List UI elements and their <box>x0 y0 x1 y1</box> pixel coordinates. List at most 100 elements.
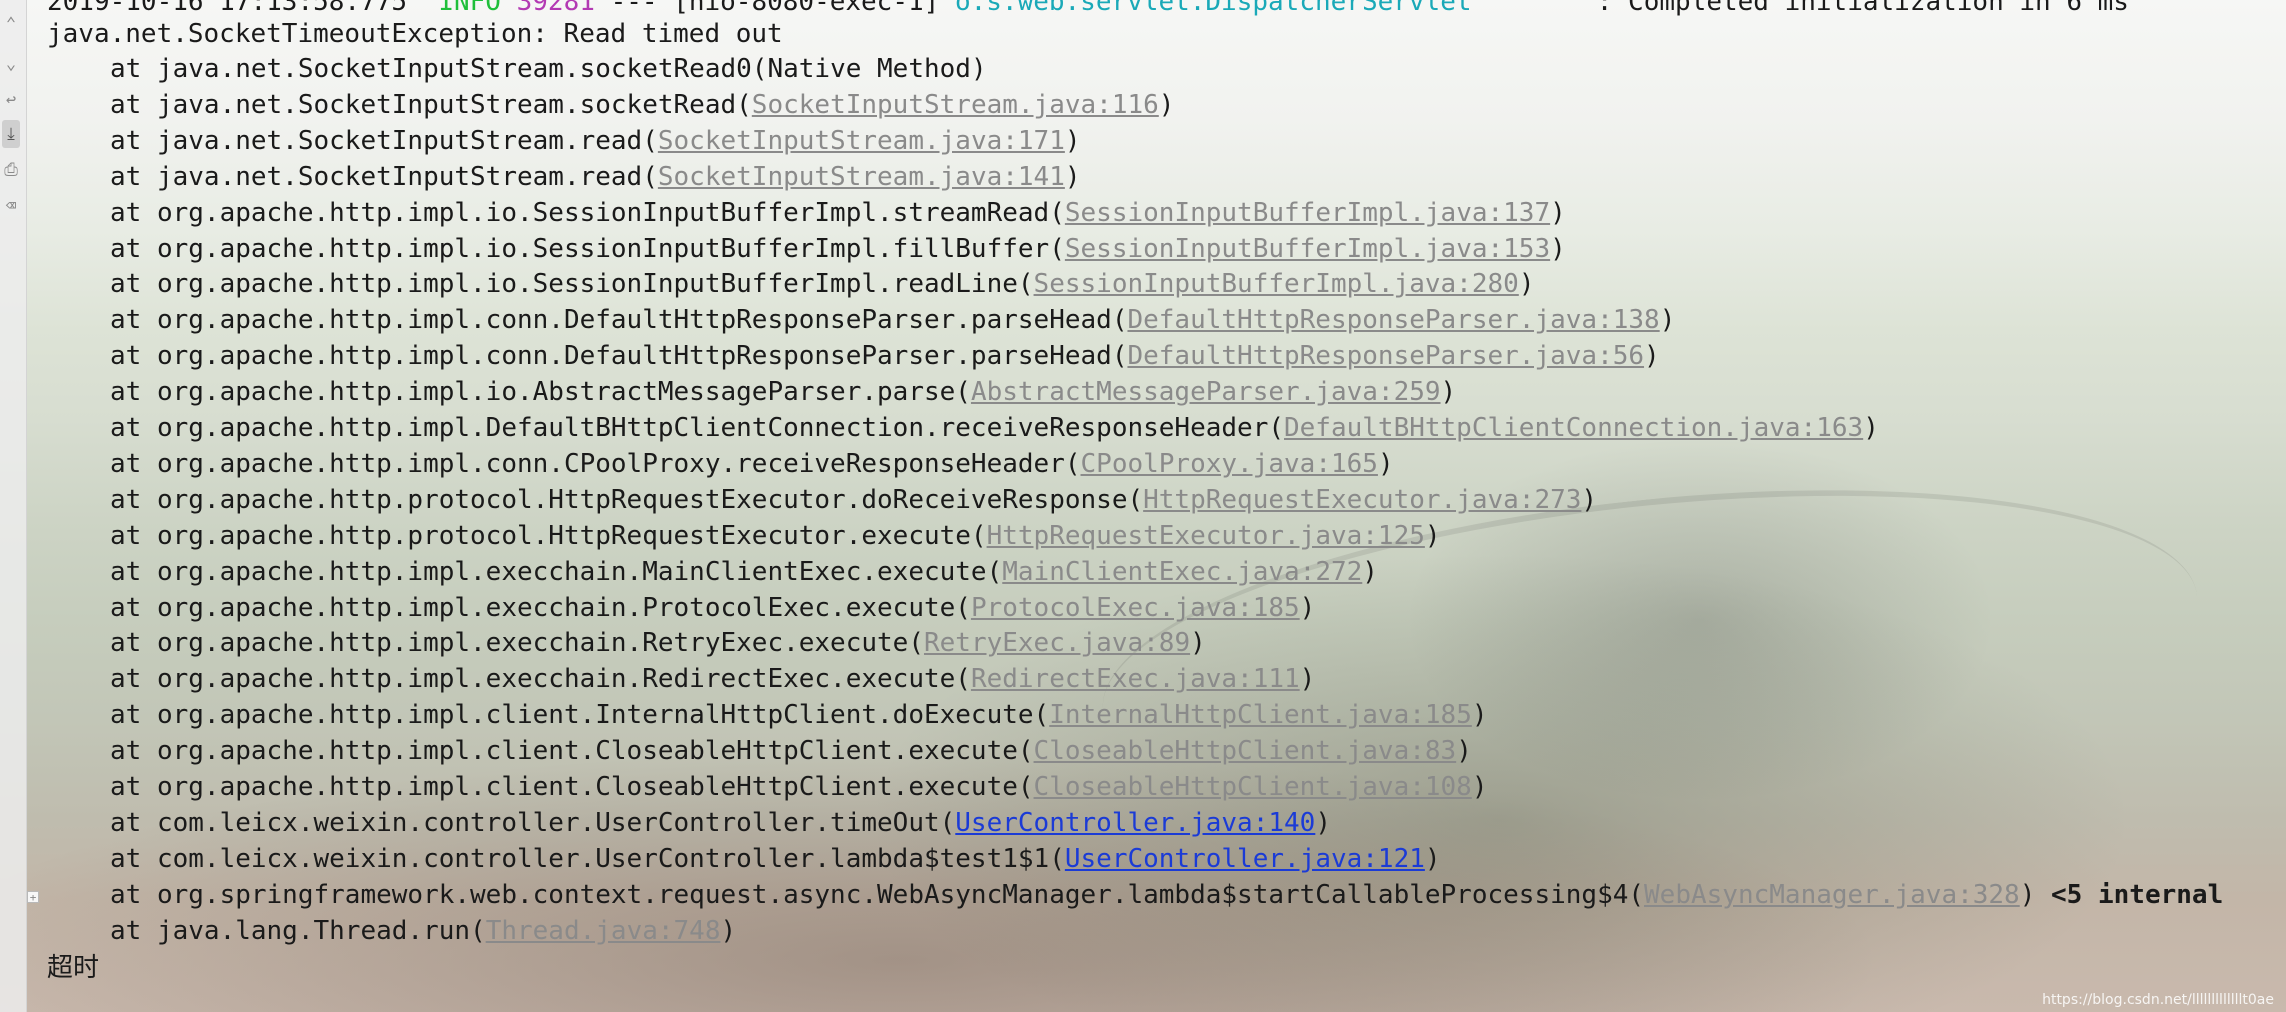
fold-expand-icon[interactable]: + <box>27 891 39 903</box>
stack-frame-suffix: ) <box>1377 448 1394 479</box>
stack-frame-suffix: ) <box>1158 89 1175 120</box>
stack-frame-line: at org.apache.http.impl.io.SessionInputB… <box>110 266 1534 302</box>
stack-frame-line: at org.apache.http.protocol.HttpRequestE… <box>110 482 1597 518</box>
stack-frame-method: at java.lang.Thread.run( <box>110 915 486 946</box>
source-link[interactable]: DefaultBHttpClientConnection.java:163 <box>1284 413 1863 443</box>
stack-frame-suffix: ) <box>1550 233 1566 264</box>
log-logger: o.s.web.servlet.DispatcherServlet <box>954 0 1472 17</box>
stack-frame-method: at org.apache.http.impl.client.Closeable… <box>110 772 1034 802</box>
stack-frame-method: at org.apache.http.impl.io.SessionInputB… <box>110 197 1065 228</box>
stack-frame-suffix: ) <box>1456 736 1472 767</box>
log-message: : Completed initialization in 6 ms <box>1596 0 2129 17</box>
scroll-to-end-icon[interactable]: ⤓ <box>2 120 20 148</box>
stack-frame-method: at org.apache.http.impl.execchain.Redire… <box>110 664 971 695</box>
source-link[interactable]: DefaultHttpResponseParser.java:138 <box>1127 305 1659 335</box>
stack-frame-line: at org.apache.http.impl.conn.DefaultHttp… <box>110 302 1675 338</box>
source-link[interactable]: SocketInputStream.java:171 <box>658 126 1065 156</box>
stack-frame-line: at java.net.SocketInputStream.socketRead… <box>110 51 987 87</box>
stack-frame-line: at java.net.SocketInputStream.read(Socke… <box>110 159 1081 195</box>
stack-frame-suffix: ) <box>1299 664 1316 695</box>
stack-frame-line: at java.lang.Thread.run(Thread.java:748) <box>110 913 736 949</box>
stack-frame-line: at org.apache.http.impl.DefaultBHttpClie… <box>110 410 1879 446</box>
stack-frame-suffix: ) <box>1659 305 1676 336</box>
clear-all-icon[interactable]: ⌫ <box>2 192 20 220</box>
log-level: INFO <box>438 0 501 17</box>
stack-frame-method: at org.apache.http.impl.conn.DefaultHttp… <box>110 341 1128 372</box>
internal-calls-fold[interactable]: <5 internal <box>2051 880 2223 910</box>
scroll-up-icon[interactable]: ⌃ <box>2 10 20 38</box>
source-link[interactable]: SessionInputBufferImpl.java:153 <box>1065 234 1550 264</box>
source-link[interactable]: Thread.java:748 <box>486 916 721 946</box>
stack-frame-suffix: ) <box>720 915 737 946</box>
stack-frame-suffix: ) <box>1190 628 1206 659</box>
stack-frame-line: at com.leicx.weixin.controller.UserContr… <box>110 841 1441 877</box>
stack-frame-line: at org.apache.http.protocol.HttpRequestE… <box>110 518 1441 554</box>
source-link[interactable]: MainClientExec.java:272 <box>1002 557 1362 587</box>
stack-frame-suffix: ) <box>1424 520 1441 551</box>
stack-frame-line: at java.net.SocketInputStream.read(Socke… <box>110 123 1081 159</box>
source-link[interactable]: CloseableHttpClient.java:83 <box>1034 736 1457 766</box>
source-link[interactable]: DefaultHttpResponseParser.java:56 <box>1127 341 1644 371</box>
stack-frame-line: at org.apache.http.impl.client.Closeable… <box>110 733 1472 769</box>
stack-frame-suffix: ) <box>1863 413 1879 443</box>
stack-frame-suffix: ) <box>1362 556 1378 587</box>
stack-frame-line: at org.apache.http.impl.conn.DefaultHttp… <box>110 338 1660 374</box>
stack-frame-suffix: ) <box>1550 197 1566 228</box>
stack-frame-method: at org.apache.http.protocol.HttpRequestE… <box>110 520 987 551</box>
stack-frame-method: at org.apache.http.impl.client.InternalH… <box>110 700 1050 731</box>
stack-frame-method: at java.net.SocketInputStream.socketRead… <box>110 54 768 84</box>
stack-frame-method: at org.apache.http.impl.io.AbstractMessa… <box>110 377 971 408</box>
stack-frame-line: at org.apache.http.impl.execchain.MainCl… <box>110 554 1378 590</box>
stack-frame-line: at org.apache.http.impl.execchain.Protoc… <box>110 590 1315 626</box>
stack-frame-method: at org.apache.http.impl.execchain.Protoc… <box>110 592 971 623</box>
print-icon[interactable]: ⎙ <box>2 156 20 184</box>
stack-frame-line: at org.apache.http.impl.io.SessionInputB… <box>110 195 1566 231</box>
source-link[interactable]: RedirectExec.java:111 <box>971 664 1300 694</box>
source-link[interactable]: RetryExec.java:89 <box>924 628 1190 658</box>
stack-frame-suffix: ) <box>1518 269 1535 300</box>
source-link[interactable]: SessionInputBufferImpl.java:137 <box>1065 198 1550 228</box>
stack-frame-line: at org.apache.http.impl.client.Closeable… <box>110 769 1488 805</box>
source-link[interactable]: SessionInputBufferImpl.java:280 <box>1034 269 1519 299</box>
source-link[interactable]: WebAsyncManager.java:328 <box>1644 880 2020 910</box>
stack-frame-line: at org.apache.http.impl.io.SessionInputB… <box>110 231 1566 267</box>
log-separator: --- <box>610 0 658 17</box>
source-link[interactable]: HttpRequestExecutor.java:125 <box>987 521 1425 551</box>
watermark: https://blog.csdn.net/lllllllllllllt0ae <box>2042 992 2274 1008</box>
source-link[interactable]: UserController.java:121 <box>1065 844 1425 874</box>
stack-frame-method: at com.leicx.weixin.controller.UserContr… <box>110 807 956 838</box>
source-link[interactable]: ProtocolExec.java:185 <box>971 593 1300 623</box>
stack-frame-line: at java.net.SocketInputStream.socketRead… <box>110 87 1174 123</box>
console-output: 2019-10-16 17:13:58.775 INFO 39281 --- [… <box>47 0 2286 1012</box>
stack-frame-method: at org.apache.http.impl.io.SessionInputB… <box>110 269 1034 300</box>
scroll-down-icon[interactable]: ⌄ <box>2 50 20 78</box>
stack-frame-suffix: ) <box>2019 879 2036 910</box>
source-link[interactable]: UserController.java:140 <box>955 808 1315 838</box>
stack-frame-method: at java.net.SocketInputStream.socketRead… <box>110 89 752 120</box>
stack-frame-method: at org.apache.http.impl.DefaultBHttpClie… <box>110 413 1284 443</box>
source-link[interactable]: AbstractMessageParser.java:259 <box>971 377 1441 407</box>
source-link[interactable]: SocketInputStream.java:141 <box>658 162 1065 192</box>
stack-frame-method: at org.apache.http.impl.conn.CPoolProxy.… <box>110 448 1081 479</box>
stack-frame-method: at org.apache.http.impl.io.SessionInputB… <box>110 233 1065 264</box>
stack-frame-method: at org.apache.http.protocol.HttpRequestE… <box>110 484 1144 515</box>
source-link[interactable]: InternalHttpClient.java:185 <box>1049 700 1472 730</box>
stack-frame-suffix: ) <box>1315 807 1331 838</box>
stack-frame-line: at org.apache.http.impl.client.InternalH… <box>110 697 1488 733</box>
stack-frame-suffix: Native Method) <box>767 54 987 84</box>
log-thread: [nio-8080-exec-1] <box>673 0 940 17</box>
source-link[interactable]: CloseableHttpClient.java:108 <box>1034 772 1472 802</box>
source-link[interactable]: HttpRequestExecutor.java:273 <box>1143 485 1581 515</box>
stack-frame-method: at org.springframework.web.context.reque… <box>110 879 1645 910</box>
stack-frame-suffix: ) <box>1424 843 1441 874</box>
stack-frame-suffix: ) <box>1440 377 1457 408</box>
stack-frame-suffix: ) <box>1299 592 1316 623</box>
stack-frame-method: at com.leicx.weixin.controller.UserContr… <box>110 843 1065 874</box>
stack-frame-method: at org.apache.http.impl.execchain.MainCl… <box>110 556 1003 587</box>
source-link[interactable]: SocketInputStream.java:116 <box>752 90 1159 120</box>
source-link[interactable]: CPoolProxy.java:165 <box>1081 449 1378 479</box>
stack-frame-suffix: ) <box>1064 125 1081 156</box>
soft-wrap-icon[interactable]: ↩ <box>2 86 20 114</box>
stack-frame-suffix: ) <box>1644 341 1660 372</box>
stack-frame-line: at org.apache.http.impl.conn.CPoolProxy.… <box>110 446 1394 482</box>
